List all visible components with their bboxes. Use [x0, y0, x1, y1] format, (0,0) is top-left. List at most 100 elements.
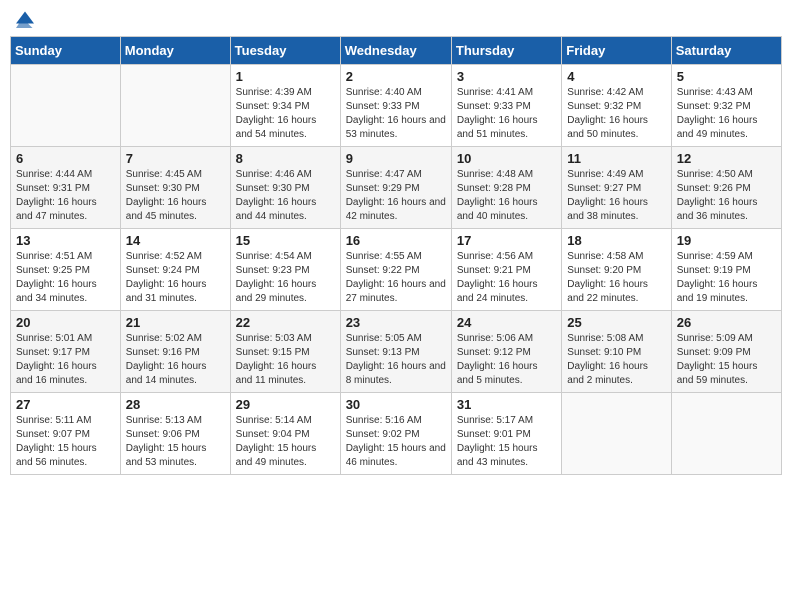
day-info: Sunrise: 4:40 AM Sunset: 9:33 PM Dayligh…: [346, 86, 446, 142]
day-info: Sunrise: 4:52 AM Sunset: 9:24 PM Dayligh…: [126, 250, 225, 306]
calendar-week-row: 13 Sunrise: 4:51 AM Sunset: 9:25 PM Dayli…: [11, 229, 782, 311]
calendar-day-cell: 27 Sunrise: 5:11 AM Sunset: 9:07 PM Dayli…: [11, 393, 121, 475]
calendar-day-cell: 10 Sunrise: 4:48 AM Sunset: 9:28 PM Dayli…: [451, 147, 561, 229]
day-number: 26: [677, 315, 776, 330]
day-info: Sunrise: 4:50 AM Sunset: 9:26 PM Dayligh…: [677, 168, 776, 224]
calendar-day-cell: 20 Sunrise: 5:01 AM Sunset: 9:17 PM Dayli…: [11, 311, 121, 393]
day-number: 27: [16, 397, 115, 412]
day-number: 6: [16, 151, 115, 166]
day-number: 24: [457, 315, 556, 330]
calendar-day-cell: 30 Sunrise: 5:16 AM Sunset: 9:02 PM Dayli…: [340, 393, 451, 475]
day-info: Sunrise: 4:59 AM Sunset: 9:19 PM Dayligh…: [677, 250, 776, 306]
calendar-day-cell: 19 Sunrise: 4:59 AM Sunset: 9:19 PM Dayli…: [671, 229, 781, 311]
day-number: 23: [346, 315, 446, 330]
day-number: 16: [346, 233, 446, 248]
calendar-week-row: 6Sunrise: 4:44 AM Sunset: 9:31 PM Daylig…: [11, 147, 782, 229]
day-info: Sunrise: 4:48 AM Sunset: 9:28 PM Dayligh…: [457, 168, 556, 224]
logo-icon: [16, 10, 34, 28]
day-number: 5: [677, 69, 776, 84]
day-info: Sunrise: 5:14 AM Sunset: 9:04 PM Dayligh…: [236, 414, 335, 470]
day-info: Sunrise: 5:02 AM Sunset: 9:16 PM Dayligh…: [126, 332, 225, 388]
day-number: 20: [16, 315, 115, 330]
day-info: Sunrise: 5:08 AM Sunset: 9:10 PM Dayligh…: [567, 332, 665, 388]
calendar-day-cell: 14 Sunrise: 4:52 AM Sunset: 9:24 PM Dayli…: [120, 229, 230, 311]
day-number: 29: [236, 397, 335, 412]
day-number: 30: [346, 397, 446, 412]
day-number: 25: [567, 315, 665, 330]
day-info: Sunrise: 5:13 AM Sunset: 9:06 PM Dayligh…: [126, 414, 225, 470]
logo: [14, 10, 34, 28]
calendar-day-cell: 13 Sunrise: 4:51 AM Sunset: 9:25 PM Dayli…: [11, 229, 121, 311]
day-number: 9: [346, 151, 446, 166]
calendar-day-cell: 8Sunrise: 4:46 AM Sunset: 9:30 PM Daylig…: [230, 147, 340, 229]
day-number: 19: [677, 233, 776, 248]
calendar-day-cell: 28 Sunrise: 5:13 AM Sunset: 9:06 PM Dayli…: [120, 393, 230, 475]
day-number: 31: [457, 397, 556, 412]
day-info: Sunrise: 5:09 AM Sunset: 9:09 PM Dayligh…: [677, 332, 776, 388]
calendar-day-cell: 2 Sunrise: 4:40 AM Sunset: 9:33 PM Daylig…: [340, 65, 451, 147]
weekday-header-monday: Monday: [120, 37, 230, 65]
calendar-day-cell: 12Sunrise: 4:50 AM Sunset: 9:26 PM Dayli…: [671, 147, 781, 229]
calendar-day-cell: 5 Sunrise: 4:43 AM Sunset: 9:32 PM Daylig…: [671, 65, 781, 147]
calendar-day-cell: [11, 65, 121, 147]
calendar-day-cell: 22 Sunrise: 5:03 AM Sunset: 9:15 PM Dayli…: [230, 311, 340, 393]
calendar-day-cell: 24 Sunrise: 5:06 AM Sunset: 9:12 PM Dayli…: [451, 311, 561, 393]
day-number: 11: [567, 151, 665, 166]
day-info: Sunrise: 4:39 AM Sunset: 9:34 PM Dayligh…: [236, 86, 335, 142]
calendar-day-cell: 18 Sunrise: 4:58 AM Sunset: 9:20 PM Dayli…: [562, 229, 671, 311]
day-info: Sunrise: 4:47 AM Sunset: 9:29 PM Dayligh…: [346, 168, 446, 224]
day-number: 4: [567, 69, 665, 84]
calendar-day-cell: [562, 393, 671, 475]
calendar-day-cell: 17 Sunrise: 4:56 AM Sunset: 9:21 PM Dayli…: [451, 229, 561, 311]
day-info: Sunrise: 4:54 AM Sunset: 9:23 PM Dayligh…: [236, 250, 335, 306]
day-info: Sunrise: 4:51 AM Sunset: 9:25 PM Dayligh…: [16, 250, 115, 306]
calendar-header-row: SundayMondayTuesdayWednesdayThursdayFrid…: [11, 37, 782, 65]
calendar-day-cell: 9 Sunrise: 4:47 AM Sunset: 9:29 PM Daylig…: [340, 147, 451, 229]
day-info: Sunrise: 4:58 AM Sunset: 9:20 PM Dayligh…: [567, 250, 665, 306]
day-info: Sunrise: 4:43 AM Sunset: 9:32 PM Dayligh…: [677, 86, 776, 142]
calendar-day-cell: 6Sunrise: 4:44 AM Sunset: 9:31 PM Daylig…: [11, 147, 121, 229]
day-number: 7: [126, 151, 225, 166]
weekday-header-sunday: Sunday: [11, 37, 121, 65]
day-number: 18: [567, 233, 665, 248]
day-info: Sunrise: 5:06 AM Sunset: 9:12 PM Dayligh…: [457, 332, 556, 388]
calendar-day-cell: 23 Sunrise: 5:05 AM Sunset: 9:13 PM Dayli…: [340, 311, 451, 393]
day-info: Sunrise: 4:45 AM Sunset: 9:30 PM Dayligh…: [126, 168, 225, 224]
day-number: 21: [126, 315, 225, 330]
day-number: 28: [126, 397, 225, 412]
day-number: 14: [126, 233, 225, 248]
page-header: [10, 10, 782, 28]
day-info: Sunrise: 5:16 AM Sunset: 9:02 PM Dayligh…: [346, 414, 446, 470]
day-info: Sunrise: 5:03 AM Sunset: 9:15 PM Dayligh…: [236, 332, 335, 388]
calendar-day-cell: 4Sunrise: 4:42 AM Sunset: 9:32 PM Daylig…: [562, 65, 671, 147]
calendar-day-cell: 25 Sunrise: 5:08 AM Sunset: 9:10 PM Dayli…: [562, 311, 671, 393]
day-info: Sunrise: 5:17 AM Sunset: 9:01 PM Dayligh…: [457, 414, 556, 470]
day-info: Sunrise: 5:01 AM Sunset: 9:17 PM Dayligh…: [16, 332, 115, 388]
calendar-day-cell: 15 Sunrise: 4:54 AM Sunset: 9:23 PM Dayli…: [230, 229, 340, 311]
weekday-header-tuesday: Tuesday: [230, 37, 340, 65]
day-number: 10: [457, 151, 556, 166]
day-number: 17: [457, 233, 556, 248]
weekday-header-saturday: Saturday: [671, 37, 781, 65]
day-number: 8: [236, 151, 335, 166]
calendar-day-cell: 21 Sunrise: 5:02 AM Sunset: 9:16 PM Dayli…: [120, 311, 230, 393]
calendar-day-cell: 1 Sunrise: 4:39 AM Sunset: 9:34 PM Daylig…: [230, 65, 340, 147]
day-info: Sunrise: 5:11 AM Sunset: 9:07 PM Dayligh…: [16, 414, 115, 470]
day-number: 3: [457, 69, 556, 84]
day-number: 15: [236, 233, 335, 248]
day-info: Sunrise: 5:05 AM Sunset: 9:13 PM Dayligh…: [346, 332, 446, 388]
day-info: Sunrise: 4:41 AM Sunset: 9:33 PM Dayligh…: [457, 86, 556, 142]
day-info: Sunrise: 4:56 AM Sunset: 9:21 PM Dayligh…: [457, 250, 556, 306]
day-number: 13: [16, 233, 115, 248]
calendar-week-row: 20 Sunrise: 5:01 AM Sunset: 9:17 PM Dayli…: [11, 311, 782, 393]
day-number: 22: [236, 315, 335, 330]
calendar-week-row: 1 Sunrise: 4:39 AM Sunset: 9:34 PM Daylig…: [11, 65, 782, 147]
weekday-header-wednesday: Wednesday: [340, 37, 451, 65]
day-number: 2: [346, 69, 446, 84]
calendar-week-row: 27 Sunrise: 5:11 AM Sunset: 9:07 PM Dayli…: [11, 393, 782, 475]
calendar-day-cell: [120, 65, 230, 147]
day-info: Sunrise: 4:49 AM Sunset: 9:27 PM Dayligh…: [567, 168, 665, 224]
day-number: 1: [236, 69, 335, 84]
day-info: Sunrise: 4:55 AM Sunset: 9:22 PM Dayligh…: [346, 250, 446, 306]
calendar-day-cell: 31 Sunrise: 5:17 AM Sunset: 9:01 PM Dayli…: [451, 393, 561, 475]
